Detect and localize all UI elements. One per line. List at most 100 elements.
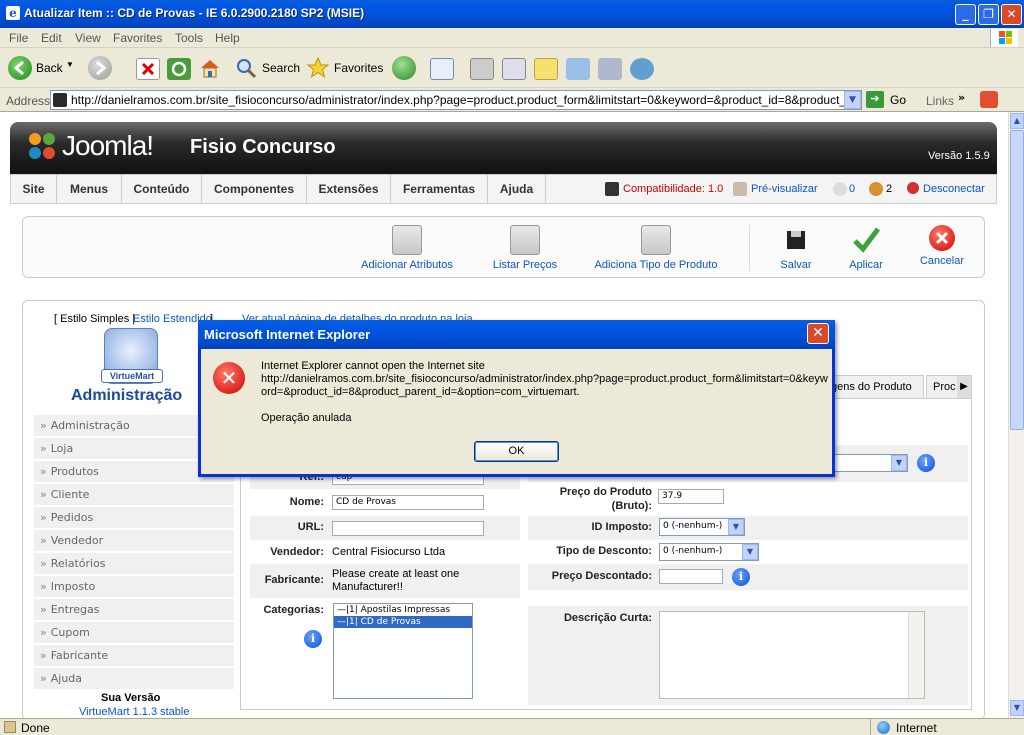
edit-icon[interactable] — [502, 58, 526, 80]
cancel-button[interactable]: Cancelar — [911, 225, 973, 267]
short-desc-textarea[interactable] — [659, 611, 925, 699]
home-icon[interactable] — [198, 56, 222, 78]
sidebar-item-cupom[interactable]: » Cupom — [34, 622, 234, 644]
messenger-icon[interactable] — [566, 58, 590, 80]
vm-version-link[interactable]: VirtueMart 1.1.3 stable — [79, 706, 189, 718]
joomla-logo-text: Joomla! — [62, 130, 154, 161]
info-icon[interactable]: i — [917, 454, 935, 472]
stop-icon[interactable] — [136, 58, 160, 80]
arrow-right-icon[interactable]: ▶ — [957, 376, 971, 398]
forward-arrow-icon[interactable] — [88, 56, 112, 80]
categories-listbox[interactable]: —|1| Apostilas Impressas —|1| CD de Prov… — [333, 603, 473, 699]
refresh-icon[interactable] — [167, 58, 191, 80]
search-button[interactable]: Search — [234, 56, 304, 80]
messages-count[interactable]: 0 — [849, 183, 855, 195]
scroll-down-icon[interactable]: ▼ — [1010, 700, 1024, 716]
version-heading: Sua Versão — [101, 692, 161, 704]
scrollbar-thumb[interactable] — [1010, 130, 1024, 430]
sidebar-item-fabricante[interactable]: » Fabricante — [34, 645, 234, 667]
row-name: Nome: CD de Provas — [250, 491, 520, 513]
apply-button[interactable]: Aplicar — [839, 225, 893, 271]
add-attributes-button[interactable]: Adicionar Atributos — [357, 225, 457, 271]
double-chevron-icon: » — [40, 672, 47, 685]
jmenu-components[interactable]: Componentes — [202, 175, 307, 203]
list-item-selected[interactable]: —|1| CD de Provas — [334, 616, 472, 628]
tab-proc[interactable]: Proc ▶ — [926, 375, 972, 399]
jmenu-menus[interactable]: Menus — [57, 175, 122, 203]
print-icon[interactable] — [470, 58, 494, 80]
dialog-close-button[interactable]: ✕ — [807, 323, 829, 344]
add-product-type-button[interactable]: Adiciona Tipo de Produto — [591, 225, 721, 271]
info-icon[interactable]: i — [732, 568, 750, 586]
mail-icon[interactable] — [430, 58, 454, 80]
users-online-icon — [869, 182, 883, 196]
menu-tools[interactable]: Tools — [175, 31, 203, 45]
address-dropdown-icon[interactable]: ▼ — [844, 91, 861, 109]
menu-edit[interactable]: Edit — [41, 31, 62, 45]
url-input[interactable] — [332, 521, 484, 536]
discount-type-select[interactable]: 0 (-nenhum-) ▼ — [659, 543, 759, 561]
logout-link[interactable]: Desconectar — [923, 183, 985, 195]
menu-file[interactable]: File — [9, 31, 28, 45]
back-button[interactable]: Back ▼ — [8, 56, 78, 80]
go-button[interactable]: ➔ Go — [866, 91, 918, 109]
ie-icon: e — [6, 6, 20, 20]
name-input[interactable]: CD de Provas — [332, 495, 484, 510]
ok-button[interactable]: OK — [474, 441, 559, 462]
title-bar[interactable]: e Atualizar Item :: CD de Provas - IE 6.… — [0, 0, 1024, 28]
price-input[interactable]: 37.9 — [658, 489, 724, 504]
window-title: Atualizar Item :: CD de Provas - IE 6.0.… — [24, 6, 365, 20]
toolbar-addon-icon[interactable] — [980, 91, 998, 108]
sidebar-item-vendedor[interactable]: » Vendedor — [34, 530, 234, 552]
dialog-title-bar[interactable]: Microsoft Internet Explorer — [198, 320, 835, 349]
sidebar-item-imposto[interactable]: » Imposto — [34, 576, 234, 598]
preview-link[interactable]: Pré-visualizar — [751, 183, 818, 195]
sidebar-item-relatorios[interactable]: » Relatórios — [34, 553, 234, 575]
sidebar-item-cliente[interactable]: » Cliente — [34, 484, 234, 506]
tab-product-images[interactable]: gens do Produto — [820, 375, 924, 399]
sidebar-item-pedidos[interactable]: » Pedidos — [34, 507, 234, 529]
save-button[interactable]: Salvar — [771, 225, 821, 271]
chevron-right-icon[interactable]: » — [958, 91, 965, 104]
textarea-scrollbar[interactable] — [908, 612, 924, 698]
info-icon[interactable]: i — [304, 630, 322, 648]
menu-help[interactable]: Help — [215, 31, 240, 45]
scroll-up-icon[interactable]: ▲ — [1010, 113, 1024, 129]
joomla-logo-icon — [26, 130, 58, 162]
favorites-button[interactable]: Favorites — [306, 56, 386, 80]
history-icon[interactable] — [392, 56, 416, 80]
menu-bar: File Edit View Favorites Tools Help — [0, 28, 1024, 48]
folder-icon — [392, 225, 422, 255]
sidebar-item-ajuda[interactable]: » Ajuda — [34, 668, 234, 690]
double-chevron-icon: » — [40, 557, 47, 570]
minimize-button[interactable]: _ — [955, 4, 976, 25]
links-label[interactable]: Links — [926, 94, 954, 108]
site-name: Fisio Concurso — [190, 136, 336, 158]
row-spacer — [528, 590, 968, 606]
address-input[interactable]: http://danielramos.com.br/site_fisioconc… — [50, 90, 862, 110]
style-simple-link[interactable]: [ Estilo Simples | — [54, 313, 135, 325]
maximize-button[interactable]: ❐ — [978, 4, 999, 25]
research-icon[interactable] — [598, 58, 622, 80]
categories-label: Categorias: — [263, 604, 324, 616]
jmenu-content[interactable]: Conteúdo — [122, 175, 202, 203]
jmenu-site[interactable]: Site — [11, 175, 57, 203]
list-item[interactable]: —|1| Apostilas Impressas — [334, 604, 472, 616]
jmenu-extensions[interactable]: Extensões — [307, 175, 391, 203]
menu-favorites[interactable]: Favorites — [113, 31, 162, 45]
page-scrollbar[interactable]: ▲ ▼ — [1008, 112, 1024, 718]
jmenu-help[interactable]: Ajuda — [488, 175, 546, 203]
discounted-price-input[interactable] — [659, 569, 723, 584]
list-prices-button[interactable]: Listar Preços — [473, 225, 577, 271]
users-icon[interactable] — [630, 58, 654, 80]
save-icon — [781, 225, 811, 255]
menu-view[interactable]: View — [75, 31, 101, 45]
jmenu-tools[interactable]: Ferramentas — [391, 175, 488, 203]
close-button[interactable]: ✕ — [1001, 4, 1022, 25]
chevron-down-icon[interactable]: ▼ — [66, 60, 74, 69]
tax-select[interactable]: 0 (-nenhum-) ▼ — [659, 518, 745, 536]
double-chevron-icon: » — [40, 488, 47, 501]
joomla-favicon-icon — [53, 93, 67, 107]
sidebar-item-entregas[interactable]: » Entregas — [34, 599, 234, 621]
note-icon[interactable] — [534, 58, 558, 80]
